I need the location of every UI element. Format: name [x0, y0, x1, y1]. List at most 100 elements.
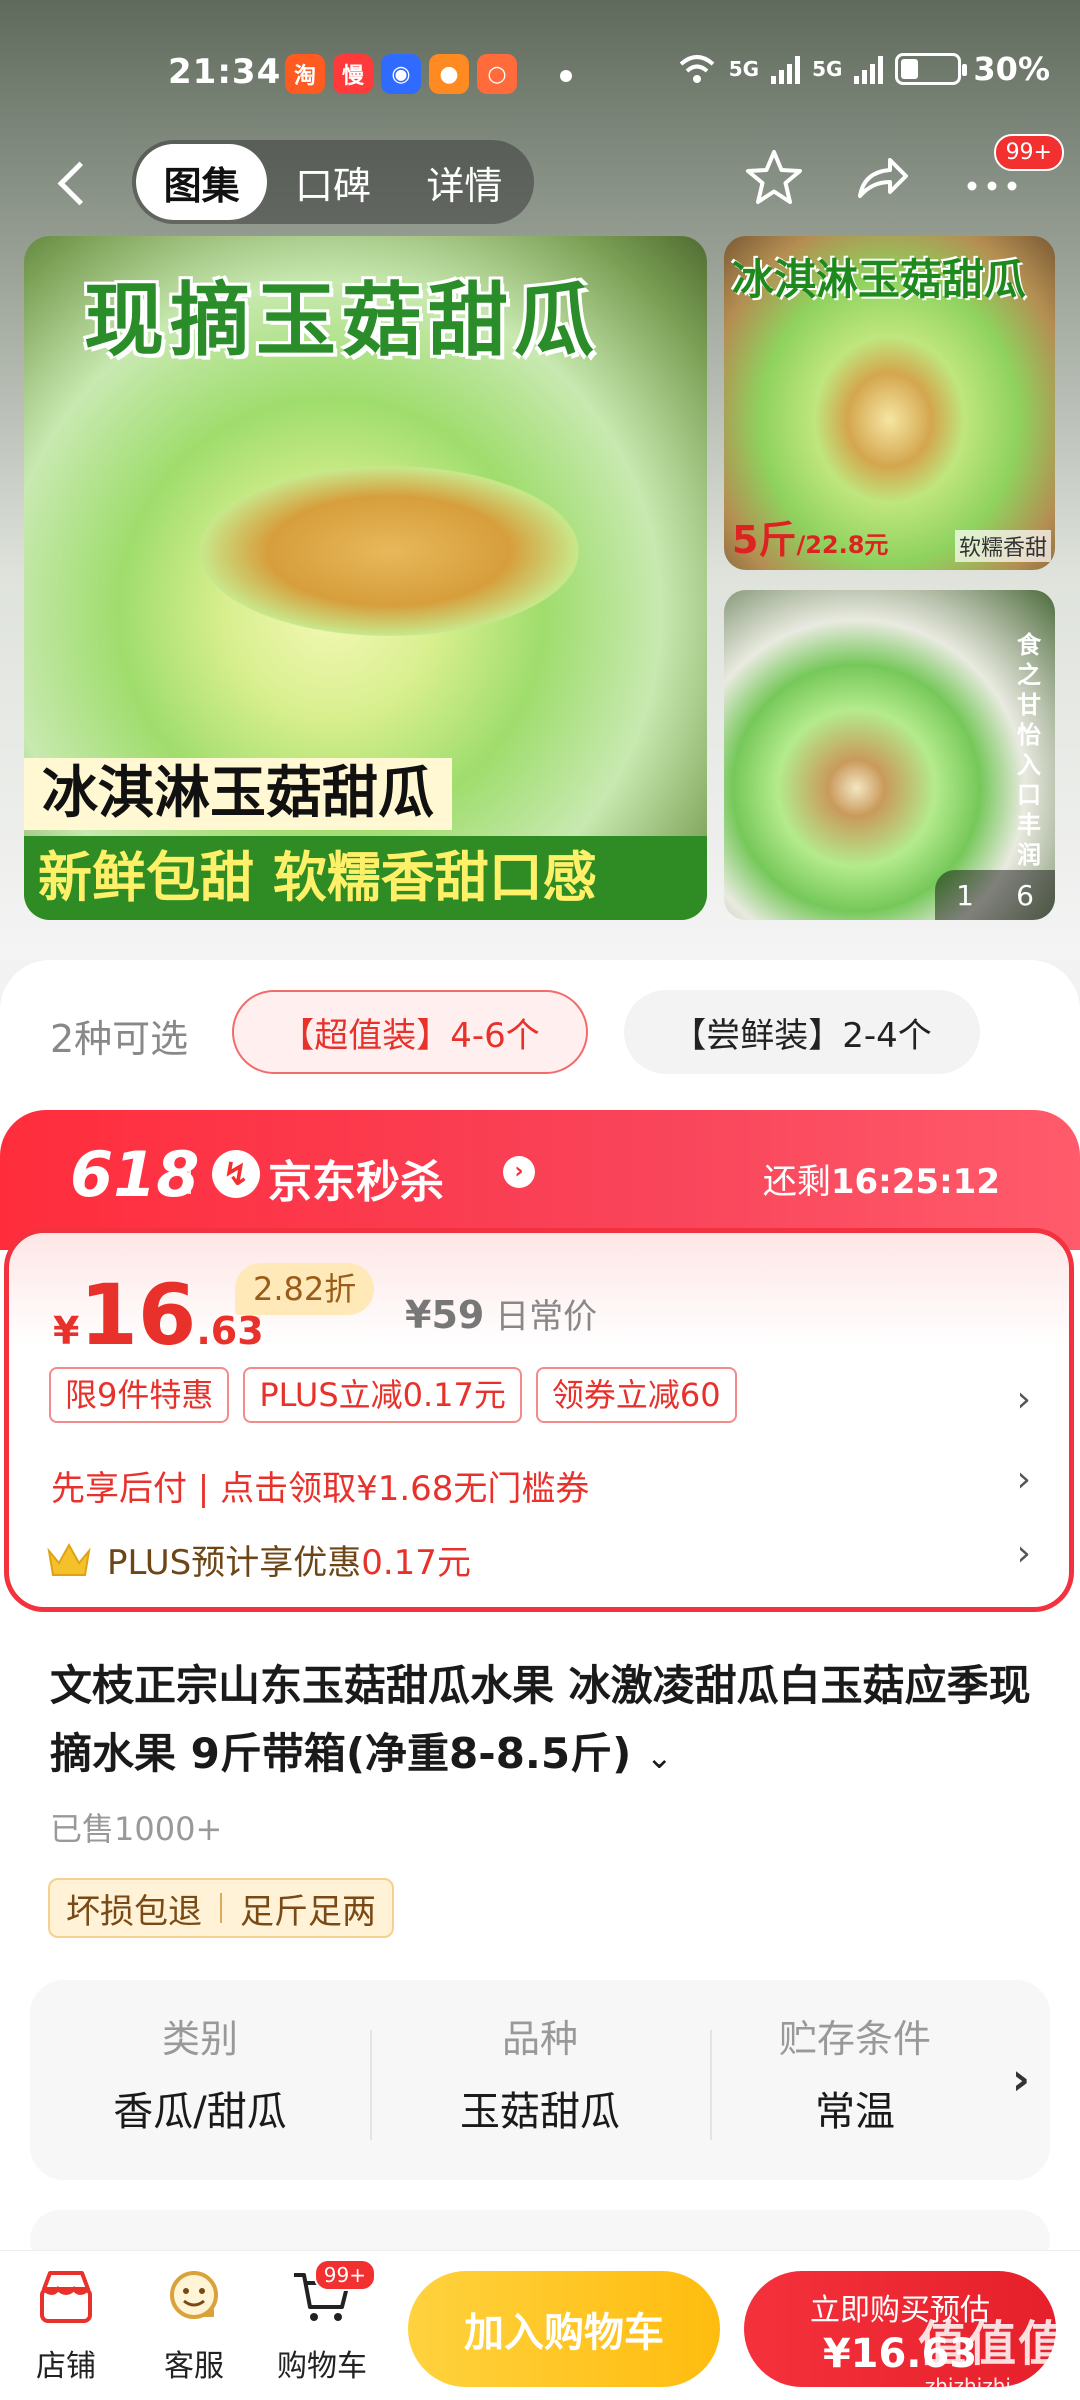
attribute-category: 类别 香瓜/甜瓜 — [30, 2008, 370, 2137]
attribute-value: 玉菇甜瓜 — [460, 2089, 620, 2135]
add-to-cart-button[interactable]: 加入购物车 — [408, 2271, 720, 2387]
original-price-value: ¥59 — [405, 1293, 485, 1337]
share-icon[interactable] — [846, 146, 918, 218]
attribute-card[interactable]: 类别 香瓜/甜瓜 品种 玉菇甜瓜 贮存条件 常温 › — [30, 1980, 1050, 2180]
thumbnail-1-price-main: 5斤 — [732, 518, 797, 562]
divider — [188, 1154, 191, 1194]
variant-count-label: 2种可选 — [50, 1017, 189, 1061]
shop-button[interactable]: 店铺 — [6, 2265, 126, 2385]
countdown: 还剩16:25:12 — [763, 1154, 1000, 1203]
price-integer: 16 — [79, 1266, 197, 1364]
baidu-icon: ◉ — [381, 54, 421, 94]
attribute-variety: 品种 玉菇甜瓜 — [370, 2008, 710, 2137]
image-caption-1: 冰淇淋玉菇甜瓜 — [24, 758, 452, 830]
original-price: ¥59 日常价 — [405, 1289, 597, 1338]
app-icon-orange: ● — [429, 54, 469, 94]
attribute-value: 香瓜/甜瓜 — [113, 2089, 287, 2135]
price-decimal: .63 — [196, 1309, 264, 1353]
chevron-right-icon[interactable]: › — [1017, 1533, 1031, 1574]
watermark-site: zhizhizhi.com — [924, 2374, 1060, 2398]
thumbnail-1-title: 冰淇淋玉菇甜瓜 — [732, 255, 1027, 304]
bottom-action-bar: 店铺 客服 99+ 购物车 加入购物车 立即购买预估 ¥16.63 值值值 zh… — [0, 2250, 1080, 2400]
promo-tag-limit: 限9件特惠 — [49, 1367, 230, 1423]
attribute-key: 类别 — [161, 2017, 238, 2061]
watermark-logo: 值值值 — [917, 2316, 1068, 2372]
main-product-image[interactable]: 现摘玉菇甜瓜 冰淇淋玉菇甜瓜 新鲜包甜 软糯香甜口感 — [24, 236, 707, 920]
plus-discount-row[interactable]: PLUS预计享优惠 0.17元 — [45, 1535, 471, 1584]
variant-selector: 2种可选 【超值装】4-6个 【尝鲜装】2-4个 — [0, 990, 1080, 1080]
cart-count-badge: 99+ — [313, 2259, 376, 2291]
customer-service-label: 客服 — [164, 2349, 224, 2384]
chevron-right-icon: › — [503, 1156, 535, 1188]
thumbnail-2-vertical-text: 食之甘怡 入口丰润 — [1017, 631, 1041, 869]
countdown-time: 16:25:12 — [830, 1162, 1000, 1202]
back-button[interactable] — [46, 152, 106, 212]
price-card: ¥ 16 .63 2.82折 ¥59 日常价 限9件特惠 PLUS立减0.17元… — [4, 1228, 1074, 1612]
cart-button[interactable]: 99+ 购物车 — [262, 2259, 382, 2385]
discount-badge: 2.82折 — [235, 1263, 375, 1315]
service-guarantees[interactable]: 坏损包退 足斤足两 — [48, 1878, 394, 1938]
countdown-label: 还剩 — [762, 1162, 831, 1202]
promo-tags[interactable]: 限9件特惠 PLUS立减0.17元 领券立减60 — [49, 1367, 737, 1423]
service-damage-refund: 坏损包退 — [66, 1891, 202, 1932]
shop-icon — [40, 2271, 92, 2323]
current-price: ¥ 16 .63 — [53, 1273, 264, 1357]
attribute-storage: 贮存条件 常温 — [710, 2008, 1000, 2137]
currency-symbol: ¥ — [53, 1309, 80, 1353]
thumbnail-image-1[interactable]: 冰淇淋玉菇甜瓜 5斤/22.8元 软糯香甜 — [724, 236, 1055, 570]
image-caption-2: 新鲜包甜 软糯香甜口感 — [24, 836, 707, 920]
status-app-icons: 淘 慢 ◉ ● ○ — [285, 54, 517, 94]
flash-sale-section: 618 ↯ 京东秒杀 › 还剩16:25:12 ¥ 16 .63 2.82折 ¥… — [0, 1110, 1080, 1620]
promo-tag-coupon: 领券立减60 — [535, 1367, 737, 1423]
plus-discount-text: PLUS预计享优惠 — [107, 1543, 362, 1583]
variant-option-value-pack[interactable]: 【超值装】4-6个 — [232, 990, 588, 1074]
melon-image-graphic — [199, 466, 579, 636]
promo-tag-plus: PLUS立减0.17元 — [243, 1367, 522, 1423]
signal-bars-icon — [771, 54, 801, 84]
signal-label-1: 5G — [728, 57, 760, 81]
thumbnail-1-price: 5斤/22.8元 — [732, 509, 888, 564]
shop-label: 店铺 — [36, 2349, 96, 2384]
battery-percent: 30% — [973, 50, 1050, 88]
tab-gallery[interactable]: 图集 — [136, 144, 268, 220]
thumbnail-1-price-small: /22.8元 — [796, 531, 889, 559]
page-current: 1 — [956, 878, 974, 912]
wifi-icon — [679, 55, 715, 83]
gallery-page-indicator: 1 6 — [935, 870, 1055, 920]
product-title-text: 文枝正宗山东玉菇甜瓜水果 冰激凌甜瓜白玉菇应季现摘水果 9斤带箱(净重8-8.5… — [50, 1661, 1031, 1778]
taobao-icon: 淘 — [285, 54, 325, 94]
customer-service-button[interactable]: 客服 — [134, 2265, 254, 2385]
crown-icon — [47, 1542, 91, 1576]
image-headline: 现摘玉菇甜瓜 — [84, 274, 600, 367]
sold-count: 已售1000+ — [50, 1810, 223, 1848]
image-caption-2b: 软糯香甜口感 — [272, 846, 597, 909]
promo-618-badge: 618 — [70, 1138, 200, 1211]
thumbnail-image-2[interactable]: 食之甘怡 入口丰润 1 6 — [724, 590, 1055, 920]
cart-label: 购物车 — [277, 2349, 367, 2384]
thumbnail-1-note: 软糯香甜 — [954, 530, 1051, 562]
divider — [220, 1893, 222, 1923]
service-full-weight: 足斤足两 — [240, 1891, 376, 1932]
chevron-right-icon[interactable]: › — [1017, 1379, 1031, 1420]
attribute-key: 品种 — [501, 2017, 578, 2061]
app-icon-peach: ○ — [477, 54, 517, 94]
tab-details[interactable]: 详情 — [399, 144, 530, 220]
favorite-star-icon[interactable] — [738, 146, 810, 218]
chevron-right-icon[interactable]: › — [1012, 2054, 1030, 2105]
image-caption-2a: 新鲜包甜 — [38, 846, 254, 909]
plus-discount-amount: 0.17元 — [361, 1543, 471, 1583]
chevron-right-icon[interactable]: › — [1017, 1459, 1031, 1500]
message-badge: 99+ — [993, 134, 1064, 171]
gallery-tab-switcher: 图集 口碑 详情 — [132, 140, 534, 224]
attribute-value: 常温 — [815, 2089, 895, 2135]
status-indicators: 5G 5G 30% — [677, 50, 1050, 88]
signal-label-2: 5G — [812, 57, 843, 81]
variant-option-trial-pack[interactable]: 【尝鲜装】2-4个 — [624, 990, 980, 1074]
chevron-down-icon[interactable]: ⌄ — [646, 1738, 673, 1776]
product-title[interactable]: 文枝正宗山东玉菇甜瓜水果 冰激凌甜瓜白玉菇应季现摘水果 9斤带箱(净重8-8.5… — [50, 1652, 1040, 1791]
manman-icon: 慢 — [333, 54, 373, 94]
top-navbar: 图集 口碑 详情 99+ — [0, 134, 1080, 230]
tab-reviews[interactable]: 口碑 — [267, 144, 398, 220]
pay-later-row[interactable]: 先享后付 | 点击领取¥1.68无门槛券 — [51, 1461, 589, 1510]
status-bar: 21:34 淘 慢 ◉ ● ○ 5G 5G 30% — [0, 40, 1080, 110]
